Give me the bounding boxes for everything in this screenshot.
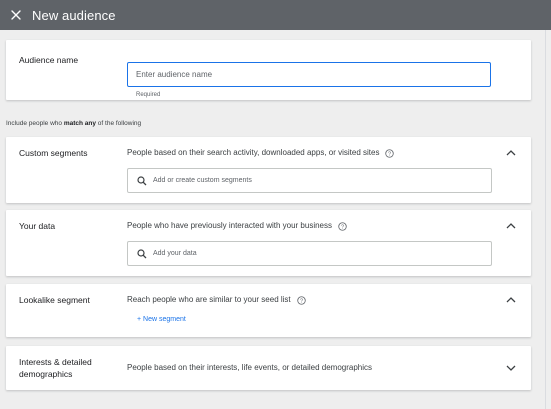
lookalike-description: Reach people who are similar to your see… [127,294,306,306]
search-icon [137,248,147,259]
svg-text:?: ? [300,298,303,304]
new-segment-link[interactable]: + New segment [137,316,186,323]
chevron-up-icon[interactable] [505,147,517,159]
custom-segments-placeholder: Add or create custom segments [153,177,252,184]
your-data-search[interactable]: Add your data [127,241,492,266]
custom-segments-description-text: People based on their search activity, d… [127,148,380,157]
custom-segments-label: Custom segments [19,148,88,158]
audience-name-label: Audience name [19,55,79,65]
interests-label: Interests & detailed demographics [19,356,92,380]
include-prefix: Include people who [6,120,64,127]
audience-name-input[interactable] [127,62,491,87]
help-icon[interactable]: ? [296,295,306,305]
custom-segments-card: Custom segments People based on their se… [6,137,531,203]
interests-label-line1: Interests & detailed [19,357,92,367]
your-data-description-text: People who have previously interacted wi… [127,221,333,230]
lookalike-card: Lookalike segment Reach people who are s… [6,284,531,337]
include-suffix: of the following [95,120,142,127]
help-icon[interactable]: ? [338,221,347,231]
include-instruction: Include people who match any of the foll… [6,120,141,127]
your-data-placeholder: Add your data [153,250,197,257]
custom-segments-search[interactable]: Add or create custom segments [127,168,492,193]
your-data-card: Your data People who have previously int… [6,210,531,276]
svg-text:?: ? [341,224,344,230]
help-icon[interactable]: ? [385,148,395,158]
interests-card[interactable]: Interests & detailed demographics People… [6,346,531,390]
include-match-any: match any [63,120,96,127]
dialog-header: New audience [0,0,551,30]
interests-label-line2: demographics [19,369,73,379]
your-data-label: Your data [19,221,56,231]
svg-text:?: ? [388,151,391,157]
interests-description-text: People based on their interests, life ev… [127,363,373,372]
interests-description: People based on their interests, life ev… [127,362,372,374]
required-hint: Required [136,92,161,98]
lookalike-description-text: Reach people who are similar to your see… [127,295,291,304]
your-data-description: People who have previously interacted wi… [127,220,347,232]
side-divider [545,30,546,409]
custom-segments-description: People based on their search activity, d… [127,147,395,159]
close-icon[interactable] [8,7,24,23]
chevron-up-icon[interactable] [505,294,517,306]
dialog-title: New audience [32,7,116,23]
search-icon [137,175,147,186]
chevron-up-icon[interactable] [505,220,517,232]
audience-name-card: Audience name Required [6,40,531,100]
lookalike-label: Lookalike segment [19,295,90,305]
chevron-down-icon[interactable] [505,362,517,374]
